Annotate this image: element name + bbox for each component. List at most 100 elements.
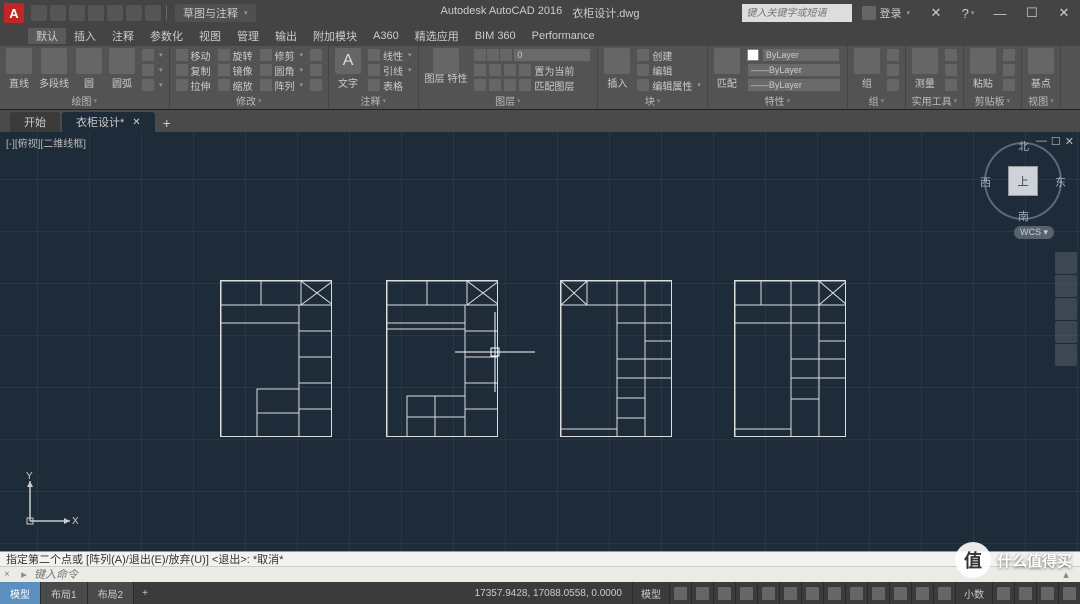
qat-undo-icon[interactable] [126, 5, 142, 21]
tab-document[interactable]: 衣柜设计*✕ [62, 112, 155, 132]
nav-orbit-icon[interactable] [1055, 321, 1077, 343]
copy-clip-button[interactable] [1001, 63, 1017, 77]
qat-redo-icon[interactable] [145, 5, 161, 21]
ortho-toggle[interactable] [713, 582, 735, 604]
lineweight-toggle[interactable] [801, 582, 823, 604]
rotate-button[interactable]: 旋转 [216, 48, 255, 62]
color-combo[interactable]: ByLayer [762, 48, 840, 62]
nav-wheel-icon[interactable] [1055, 252, 1077, 274]
circle-button[interactable]: 圆 [74, 48, 104, 90]
qat-saveas-icon[interactable] [88, 5, 104, 21]
drawing-viewport[interactable]: [-][俯视][二维线框] — ☐ ✕ [0, 132, 1080, 551]
tab-parametric[interactable]: 参数化 [142, 28, 191, 44]
layer-properties-button[interactable]: 图层 特性 [423, 48, 470, 85]
tab-insert[interactable]: 插入 [66, 28, 104, 44]
osnap-toggle[interactable] [757, 582, 779, 604]
clip-extra[interactable] [1001, 78, 1017, 92]
group-extra-3[interactable] [885, 78, 901, 92]
line-button[interactable]: 直线 [4, 48, 34, 90]
paste-button[interactable]: 粘贴 [968, 48, 998, 90]
text-button[interactable]: A文字 [333, 48, 363, 90]
command-input[interactable] [34, 569, 1056, 581]
util-1[interactable] [943, 48, 959, 62]
edit-attributes-button[interactable]: 编辑属性▾ [635, 78, 703, 92]
tab-a360[interactable]: A360 [365, 30, 407, 42]
trim-button[interactable]: 修剪▾ [258, 48, 306, 62]
qat-plot-icon[interactable] [107, 5, 123, 21]
panel-groups-title[interactable]: 组 [852, 92, 901, 109]
panel-annotation-title[interactable]: 注释 [333, 92, 414, 109]
panel-properties-title[interactable]: 特性 [712, 92, 843, 109]
isolate-objects-icon[interactable] [992, 582, 1014, 604]
viewport-maximize-icon[interactable]: ☐ [1051, 135, 1061, 148]
new-tab-button[interactable]: + [157, 114, 177, 132]
command-line[interactable]: × ▸ ▴ [0, 566, 1080, 582]
units-label[interactable]: 小数 [955, 582, 992, 604]
help-icon[interactable]: ?▾ [952, 1, 984, 25]
sign-in-button[interactable]: 登录▾ [862, 5, 910, 21]
annotation-scale-icon[interactable] [867, 582, 889, 604]
tab-manage[interactable]: 管理 [229, 28, 267, 44]
units-icon[interactable] [933, 582, 955, 604]
panel-view-title[interactable]: 视图 [1026, 92, 1056, 109]
layer-lock-icon[interactable] [500, 49, 512, 61]
panel-draw-title[interactable]: 绘图 [4, 92, 165, 109]
layer-freeze-icon[interactable] [487, 49, 499, 61]
tab-default[interactable]: 默认 [28, 28, 66, 44]
util-2[interactable] [943, 63, 959, 77]
qat-open-icon[interactable] [50, 5, 66, 21]
polar-toggle[interactable] [735, 582, 757, 604]
draw-flyout-2[interactable]: ▾ [140, 63, 165, 77]
layer-off-icon[interactable] [474, 49, 486, 61]
scale-button[interactable]: 缩放 [216, 78, 255, 92]
viewcube[interactable]: 上 北 南 东 西 [984, 142, 1062, 220]
workspace-switcher[interactable]: 草图与注释▾ [175, 4, 256, 22]
tab-bim360[interactable]: BIM 360 [467, 30, 524, 42]
clean-screen-icon[interactable] [1036, 582, 1058, 604]
create-block-button[interactable]: 创建 [635, 48, 703, 62]
base-view-button[interactable]: 基点 [1026, 48, 1056, 90]
edit-block-button[interactable]: 编辑 [635, 63, 703, 77]
leader-button[interactable]: 引线▾ [366, 63, 414, 77]
array-button[interactable]: 阵列▾ [258, 78, 306, 92]
measure-button[interactable]: 测量 [910, 48, 940, 90]
draw-flyout-1[interactable]: ▾ [140, 48, 165, 62]
table-button[interactable]: 表格 [366, 78, 414, 92]
nav-zoom-icon[interactable] [1055, 298, 1077, 320]
viewport-label[interactable]: [-][俯视][二维线框] [6, 135, 86, 150]
transparency-toggle[interactable] [823, 582, 845, 604]
util-3[interactable] [943, 78, 959, 92]
add-layout-button[interactable]: + [134, 582, 156, 604]
modify-extra-3[interactable] [308, 78, 324, 92]
layer-make-current[interactable]: 置为当前 [472, 63, 593, 77]
qat-save-icon[interactable] [69, 5, 85, 21]
draw-flyout-3[interactable]: ▾ [140, 78, 165, 92]
dimension-linear-button[interactable]: 线性▾ [366, 48, 414, 62]
window-minimize-button[interactable]: — [984, 1, 1016, 25]
tab-annotate[interactable]: 注释 [104, 28, 142, 44]
panel-block-title[interactable]: 块 [602, 92, 703, 109]
layer-match[interactable]: 匹配图层 [472, 78, 593, 92]
annotation-monitor-icon[interactable] [911, 582, 933, 604]
window-maximize-button[interactable]: ☐ [1016, 1, 1048, 25]
tab-view[interactable]: 视图 [191, 28, 229, 44]
window-close-button[interactable]: ✕ [1048, 1, 1080, 25]
copy-button[interactable]: 复制 [174, 63, 213, 77]
modify-extra-1[interactable] [308, 48, 324, 62]
commandline-close-icon[interactable]: × [4, 569, 14, 580]
lineweight-combo[interactable]: —— ByLayer [747, 63, 841, 77]
hardware-accel-icon[interactable] [1014, 582, 1036, 604]
group-extra-1[interactable] [885, 48, 901, 62]
group-button[interactable]: 组 [852, 48, 882, 90]
exchange-apps-icon[interactable]: ✕ [920, 1, 952, 25]
cycling-toggle[interactable] [845, 582, 867, 604]
stretch-button[interactable]: 拉伸 [174, 78, 213, 92]
panel-utilities-title[interactable]: 实用工具 [910, 92, 959, 109]
group-extra-2[interactable] [885, 63, 901, 77]
grid-toggle[interactable] [669, 582, 691, 604]
viewcube-top-face[interactable]: 上 [1008, 166, 1038, 196]
help-search-input[interactable] [742, 4, 852, 22]
wcs-badge[interactable]: WCS ▾ [1014, 226, 1054, 239]
polyline-button[interactable]: 多段线 [37, 48, 71, 90]
panel-layers-title[interactable]: 图层 [423, 92, 594, 109]
